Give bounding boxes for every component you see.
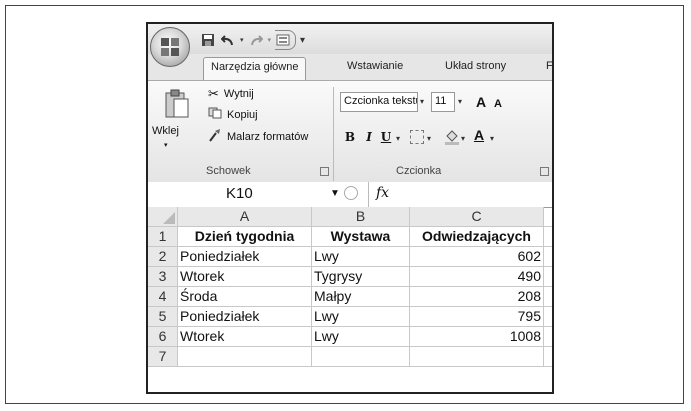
cell[interactable]: Lwy (312, 247, 410, 266)
quick-access-toolbar: ▾ ▾ ▾ (200, 30, 305, 50)
copy-label: Kopiuj (227, 108, 258, 121)
tab-page-layout[interactable]: Układ strony (445, 60, 506, 72)
cell[interactable]: Dzień tygodnia (178, 227, 312, 246)
name-box-dropdown-icon[interactable]: ▼ (330, 188, 340, 199)
cell[interactable]: 1008 (410, 327, 544, 346)
cut-button[interactable]: ✂ Wytnij (208, 86, 254, 102)
row-header[interactable]: 7 (148, 347, 178, 366)
font-name-field[interactable]: Czcionka tekstu (340, 92, 418, 112)
column-header-b[interactable]: B (312, 207, 410, 226)
ribbon: Wklej ▾ ✂ Wytnij Kopiuj Malarz formatów … (148, 80, 552, 184)
cut-label: Wytnij (223, 88, 254, 100)
scissors-icon: ✂ (208, 86, 219, 101)
paste-icon[interactable] (164, 89, 190, 119)
cell[interactable]: 602 (410, 247, 544, 266)
office-button[interactable] (150, 27, 190, 67)
font-color-button[interactable]: A (472, 125, 486, 145)
shrink-font-button[interactable]: A (491, 94, 505, 114)
row-header[interactable]: 5 (148, 307, 178, 326)
select-all-corner[interactable] (148, 207, 178, 226)
redo-dropdown-icon[interactable]: ▾ (268, 36, 272, 44)
table-row: 3 Wtorek Tygrysy 490 (148, 267, 552, 287)
cell[interactable]: Małpy (312, 287, 410, 306)
formula-bar: K10 ▼ fx (148, 182, 552, 208)
cell[interactable] (178, 347, 312, 366)
italic-button[interactable]: I (362, 127, 376, 147)
fill-color-icon[interactable] (444, 129, 460, 145)
fill-color-dropdown-icon[interactable]: ▾ (461, 134, 465, 143)
row-header[interactable]: 4 (148, 287, 178, 306)
ribbon-tabs: Narzędzia główne Wstawianie Układ strony… (148, 54, 552, 81)
paste-dropdown-icon[interactable]: ▾ (164, 141, 168, 149)
column-header-a[interactable]: A (178, 207, 312, 226)
underline-button[interactable]: U (379, 127, 393, 147)
bold-button[interactable]: B (342, 127, 358, 147)
underline-dropdown-icon[interactable]: ▾ (396, 134, 400, 143)
cell[interactable]: Wystawa (312, 227, 410, 246)
row-header[interactable]: 3 (148, 267, 178, 286)
cell[interactable]: Tygrysy (312, 267, 410, 286)
name-box[interactable]: K10 (148, 184, 326, 204)
borders-dropdown-icon[interactable]: ▾ (427, 134, 431, 143)
table-row: 4 Środa Małpy 208 (148, 287, 552, 307)
clipboard-launcher-icon[interactable] (320, 167, 329, 176)
cell[interactable]: Odwiedzających (410, 227, 544, 246)
copy-button[interactable]: Kopiuj (208, 107, 258, 122)
font-launcher-icon[interactable] (540, 167, 549, 176)
font-size-field[interactable]: 11 (431, 92, 455, 112)
form-icon[interactable] (275, 32, 291, 48)
cell[interactable] (312, 347, 410, 366)
formula-bar-handle-icon (344, 186, 358, 200)
table-row: 6 Wtorek Lwy 1008 (148, 327, 552, 347)
cell[interactable]: Poniedziałek (178, 307, 312, 326)
title-bar: ▾ ▾ ▾ (148, 24, 552, 54)
group-separator (333, 87, 334, 181)
row-header[interactable]: 1 (148, 227, 178, 246)
cell[interactable]: Poniedziałek (178, 247, 312, 266)
clipboard-group-label: Schowek (206, 165, 251, 177)
copy-icon (208, 107, 222, 122)
tab-formulas[interactable]: F (546, 60, 552, 72)
cell[interactable]: Lwy (312, 327, 410, 346)
brush-icon (208, 128, 222, 145)
column-header-row: A B C (148, 207, 552, 227)
cell[interactable]: 795 (410, 307, 544, 326)
cell[interactable]: Lwy (312, 307, 410, 326)
format-painter-label: Malarz formatów (227, 130, 309, 143)
tab-home[interactable]: Narzędzia główne (203, 57, 307, 81)
row-header[interactable]: 2 (148, 247, 178, 266)
undo-dropdown-icon[interactable]: ▾ (240, 36, 244, 44)
font-name-dropdown-icon[interactable]: ▾ (420, 97, 424, 106)
customize-qat-icon[interactable]: ▾ (300, 35, 305, 46)
formula-bar-separator (368, 182, 369, 207)
table-row: 1 Dzień tygodnia Wystawa Odwiedzających (148, 227, 552, 247)
font-group-label: Czcionka (396, 165, 442, 177)
excel-window: ▾ ▾ ▾ Narzędzia główne Wstawianie Układ … (146, 22, 554, 394)
cell[interactable]: Wtorek (178, 327, 312, 346)
redo-icon[interactable] (248, 32, 264, 48)
save-icon[interactable] (200, 32, 216, 48)
insert-function-button[interactable]: fx (376, 185, 389, 201)
table-row: 2 Poniedziałek Lwy 602 (148, 247, 552, 267)
font-size-dropdown-icon[interactable]: ▾ (458, 97, 462, 106)
column-header-c[interactable]: C (410, 207, 544, 226)
cell[interactable]: Środa (178, 287, 312, 306)
tab-insert[interactable]: Wstawianie (347, 60, 403, 72)
undo-icon[interactable] (220, 32, 236, 48)
paste-button[interactable]: Wklej (152, 125, 179, 137)
cell[interactable]: 208 (410, 287, 544, 306)
table-row: 7 (148, 347, 552, 367)
cell[interactable]: 490 (410, 267, 544, 286)
format-painter-button[interactable]: Malarz formatów (208, 128, 308, 145)
office-logo-icon (161, 38, 179, 56)
cell[interactable]: Wtorek (178, 267, 312, 286)
cell[interactable] (410, 347, 544, 366)
row-header[interactable]: 6 (148, 327, 178, 346)
borders-icon[interactable] (410, 130, 424, 144)
customize-qat-frame (275, 30, 297, 50)
grow-font-button[interactable]: A (472, 92, 490, 112)
table-row: 5 Poniedziałek Lwy 795 (148, 307, 552, 327)
font-color-dropdown-icon[interactable]: ▾ (490, 134, 494, 143)
